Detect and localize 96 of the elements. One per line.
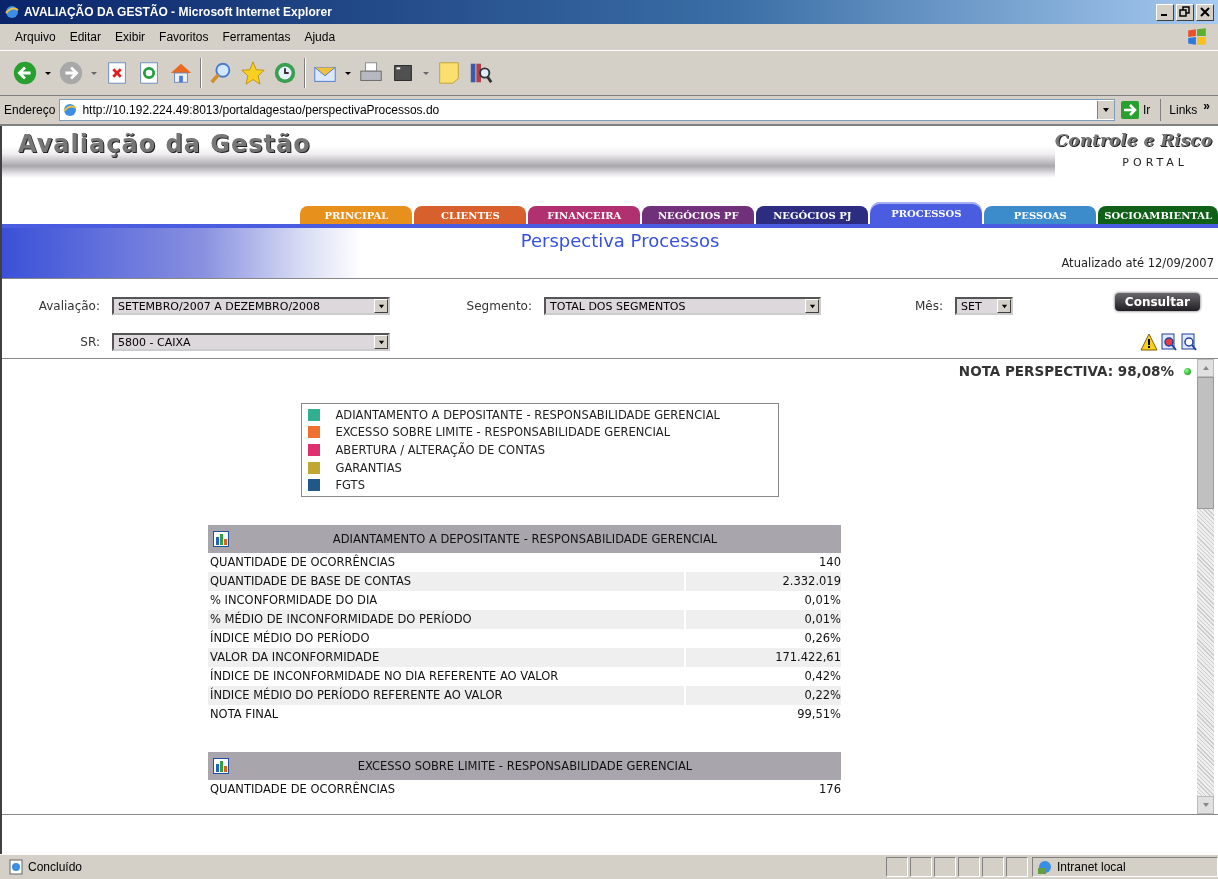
status-pane [1006, 857, 1028, 877]
status-pane [934, 857, 956, 877]
status-pane [982, 857, 1004, 877]
table-cell-text: NOTA FINAL [209, 707, 280, 722]
page-icon [8, 859, 24, 875]
links-button[interactable]: Links [1161, 103, 1200, 117]
table-cell-text: ÍNDICE MÉDIO DO PERÍODO [209, 631, 371, 646]
windows-logo-icon [1186, 26, 1208, 48]
address-label: Endereço [4, 103, 56, 117]
table-cell-text: ÍNDICE MÉDIO DO PERÍODO REFERENTE AO VALOR [209, 688, 504, 703]
legend-label: EXCESSO SOBRE LIMITE - RESPONSABILIDADE GERENCIAL [335, 425, 671, 440]
go-button[interactable]: Ir [1114, 99, 1162, 121]
field-label: Mês: [913, 299, 944, 313]
restore-icon [1179, 6, 1191, 18]
bar-chart-icon[interactable] [213, 530, 229, 547]
document-search-icon[interactable] [1160, 333, 1178, 351]
restore-button[interactable] [1176, 3, 1194, 21]
brand-title: Controle e Risco [1054, 129, 1212, 150]
network-icon [1037, 859, 1053, 875]
table-cell-text: ÍNDICE DE INCONFORMIDADE NO DIA REFERENTE AO VALOR [209, 669, 560, 684]
warning-icon[interactable] [1140, 333, 1158, 351]
caret-icon[interactable] [1101, 106, 1110, 114]
status-pane [910, 857, 932, 877]
menu-item[interactable]: Favoritos [152, 28, 216, 46]
field-label: Avaliação: [37, 299, 101, 313]
caret-icon[interactable] [344, 69, 352, 77]
evaluation-select[interactable]: SETEMBRO/2007 A DEZEMBRO/2008 [112, 297, 390, 315]
star-icon[interactable] [240, 60, 266, 86]
bar-chart-icon[interactable] [213, 757, 229, 774]
legend-label: FGTS [335, 478, 365, 493]
nav-tab[interactable]: SOCIOAMBIENTAL [1098, 206, 1218, 224]
arrow-icon [1120, 101, 1139, 119]
nav-tab[interactable]: FINANCEIRA [528, 206, 641, 224]
nav-tab[interactable]: CLIENTES [414, 206, 527, 224]
menu-item[interactable]: Arquivo [8, 28, 63, 46]
table-cell-text: QUANTIDADE DE BASE DE CONTAS [209, 574, 413, 589]
menu-item[interactable]: Exibir [108, 28, 153, 46]
caret-icon[interactable] [377, 302, 385, 310]
minimize-icon [1160, 14, 1167, 16]
window-title: AVALIAÇÃO DA GESTÃO - Microsoft Internet Explorer [24, 5, 333, 19]
legend-label: ABERTURA / ALTERAÇÃO DE CONTAS [335, 443, 546, 457]
document-search-icon[interactable] [1180, 333, 1198, 351]
more-chevron[interactable]: » [1199, 99, 1214, 113]
history-icon[interactable] [272, 60, 298, 86]
month-select[interactable]: SET [955, 297, 1013, 315]
caret-icon[interactable] [377, 338, 385, 346]
scroll-down-icon[interactable] [1201, 801, 1210, 809]
table-cell-text: QUANTIDADE DE OCORRÊNCIAS [209, 555, 396, 570]
sr-select[interactable]: 5800 - CAIXA [112, 333, 390, 351]
page-title: Perspectiva Processos [520, 230, 720, 251]
table-cell-text: QUANTIDADE DE OCORRÊNCIAS [209, 782, 396, 797]
table-cell-text: % INCONFORMIDADE DO DIA [209, 593, 379, 608]
menu-item[interactable]: Ajuda [297, 28, 343, 46]
back-icon[interactable] [12, 60, 38, 86]
caret-icon[interactable] [808, 302, 816, 310]
consult-button[interactable]: Consultar [1114, 293, 1200, 311]
caret-icon[interactable] [1000, 302, 1008, 310]
zone-text: Intranet local [1057, 860, 1126, 874]
menu-item[interactable]: Ferramentas [215, 28, 298, 46]
vertical-scrollbar[interactable] [1197, 359, 1214, 814]
minimize-button[interactable] [1156, 3, 1174, 21]
table-cell: 2.332.019 [684, 571, 841, 591]
portal-title: Avaliação da Gestão [17, 129, 311, 160]
browser-icon [62, 102, 79, 118]
segment-select[interactable]: TOTAL DOS SEGMENTOS [544, 297, 821, 315]
nav-tab[interactable]: NEGÓCIOS PJ [756, 206, 869, 224]
nav-tab[interactable]: PROCESSOS [870, 202, 983, 224]
close-button[interactable] [1196, 3, 1214, 21]
section-title: ADIANTAMENTO A DEPOSITANTE - RESPONSABILIDADE GERENCIAL [331, 531, 719, 546]
address-field[interactable]: http://10.192.224.49:8013/portaldagestao/perspectivaProcessos.do [59, 99, 1115, 121]
portal-subtitle: PORTAL [1122, 156, 1189, 169]
table-cell-text: % MÉDIO DE INCONFORMIDADE DO PERÍODO [209, 612, 473, 627]
field-label: Segmento: [465, 299, 533, 313]
status-pane [886, 857, 908, 877]
caret-icon[interactable] [44, 69, 52, 77]
field-label: SR: [79, 335, 101, 349]
perspective-score: NOTA PERSPECTIVA: 98,08% [958, 363, 1174, 379]
status-text: Concluído [28, 860, 84, 874]
table-cell: 0,22% [684, 685, 841, 705]
legend-label: GARANTIAS [335, 460, 402, 475]
status-dot-icon [1184, 367, 1191, 375]
nav-tab[interactable]: PESSOAS [984, 206, 1097, 224]
scroll-up-icon[interactable] [1201, 364, 1210, 372]
table-cell-text: VALOR DA INCONFORMIDADE [209, 650, 381, 665]
status-pane [958, 857, 980, 877]
table-cell: 171.422,61 [684, 647, 841, 667]
section-title: EXCESSO SOBRE LIMITE - RESPONSABILIDADE GERENCIAL [356, 758, 694, 773]
nav-tab[interactable]: NEGÓCIOS PF [642, 206, 755, 224]
close-icon [1199, 6, 1211, 18]
table-cell: 99,51% [684, 704, 841, 724]
table-cell: 176 [684, 779, 841, 799]
legend-label: ADIANTAMENTO A DEPOSITANTE - RESPONSABILIDADE GERENCIAL [335, 407, 720, 422]
updated-date: Atualizado até 12/09/2007 [1061, 256, 1215, 270]
menu-item[interactable]: Editar [62, 28, 109, 46]
table-cell: 0,01% [684, 609, 841, 629]
browser-icon [4, 4, 20, 20]
